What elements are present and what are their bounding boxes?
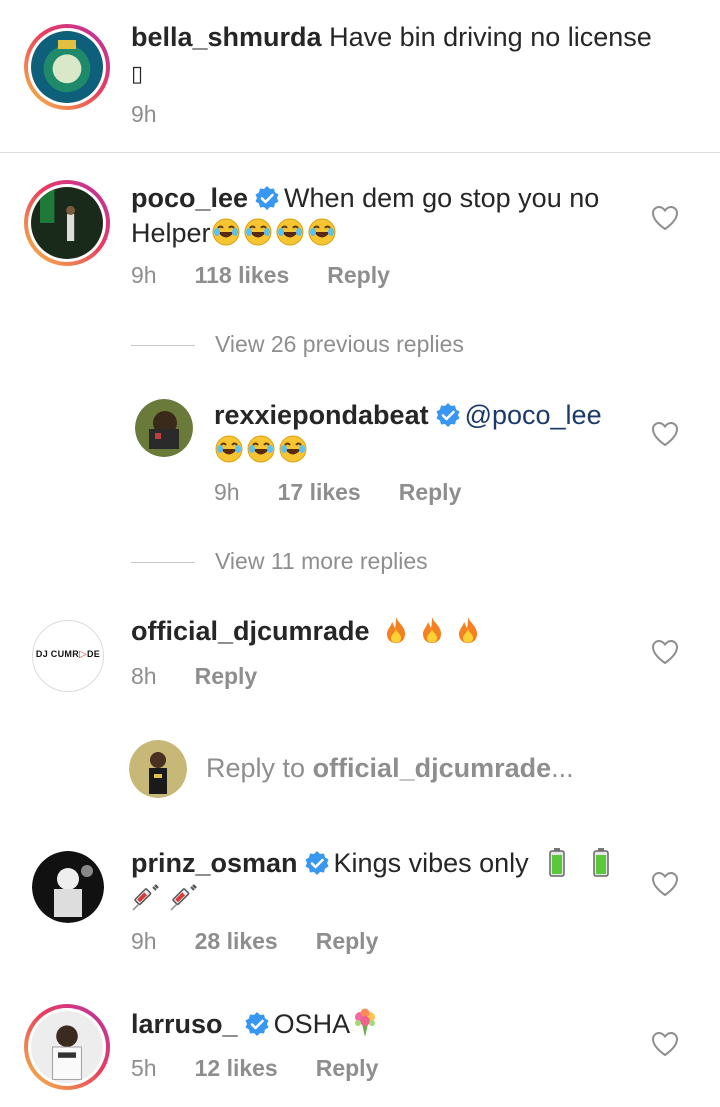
- avatar-image: [31, 31, 103, 103]
- reply-button[interactable]: Reply: [195, 663, 258, 689]
- reply-divider-line: [131, 345, 195, 347]
- avatar-bella-shmurda[interactable]: [24, 24, 110, 110]
- reply-button[interactable]: Reply: [316, 1055, 379, 1081]
- likes-count[interactable]: 12 likes: [195, 1055, 278, 1081]
- battery-emoji-icon: [586, 847, 616, 877]
- heart-icon[interactable]: [651, 639, 679, 665]
- verified-badge-icon: [254, 185, 280, 211]
- comment-body: Kings vibes only: [333, 848, 529, 878]
- laughing-emoji-icon: [246, 434, 276, 464]
- play-icon: ▷: [79, 649, 87, 660]
- avatar-image: [31, 187, 103, 259]
- unsupported-glyph: ▯: [131, 61, 144, 86]
- avatar-image: [31, 1011, 103, 1083]
- laughing-emoji-icon: [278, 434, 308, 464]
- avatar-image: [135, 399, 193, 457]
- comment-text: bella_shmurda Have bin driving no licens…: [131, 20, 691, 91]
- avatar-rexxiepondabeat[interactable]: [135, 399, 193, 457]
- avatar-prinz-osman[interactable]: [32, 851, 104, 923]
- heart-icon[interactable]: [651, 1031, 679, 1057]
- battery-emoji-icon: [542, 847, 572, 877]
- divider: [0, 152, 720, 153]
- comment-text: poco_lee When dem go stop you no Helper: [131, 181, 631, 251]
- reply-to-username: official_djcumrade: [312, 753, 552, 783]
- comment-text: prinz_osman Kings vibes only: [131, 846, 631, 916]
- comment-body: OSHA: [273, 1009, 351, 1039]
- comment-meta: 9h 28 likes Reply: [131, 926, 378, 956]
- view-replies-label[interactable]: View 11 more replies: [215, 548, 428, 574]
- comment-body-line2: Helper: [131, 218, 211, 248]
- username[interactable]: rexxiepondabeat: [214, 400, 429, 430]
- laughing-emoji-icon: [214, 434, 244, 464]
- username[interactable]: larruso_: [131, 1009, 238, 1039]
- likes-count[interactable]: 28 likes: [195, 928, 278, 954]
- comment-meta: 8h Reply: [131, 661, 257, 691]
- reply-to-ellipsis: ...: [551, 753, 574, 783]
- timestamp: 9h: [214, 479, 240, 505]
- reply-button[interactable]: Reply: [399, 479, 462, 505]
- laughing-emoji-icon: [275, 217, 305, 247]
- laughing-emoji-icon: [211, 217, 241, 247]
- comment-meta: 9h 17 likes Reply: [214, 477, 461, 507]
- likes-count[interactable]: 17 likes: [278, 479, 361, 505]
- comment-meta: 9h 118 likes Reply: [131, 260, 390, 290]
- username[interactable]: poco_lee: [131, 183, 248, 213]
- current-user-avatar: [129, 740, 187, 798]
- comment-meta: 9h: [131, 99, 157, 129]
- comment-body: When dem go stop you no: [284, 183, 600, 213]
- avatar-logo-text-end: DE: [87, 649, 101, 659]
- timestamp: 9h: [131, 101, 157, 127]
- reply-button[interactable]: Reply: [316, 928, 379, 954]
- fire-emoji-icon: [453, 615, 483, 645]
- comment-meta: 5h 12 likes Reply: [131, 1053, 378, 1083]
- reply-divider-line: [131, 562, 195, 564]
- comment-body: Have bin driving no license: [329, 22, 652, 52]
- mention-link[interactable]: @poco_lee: [465, 400, 602, 430]
- timestamp: 9h: [131, 262, 157, 288]
- fire-emoji-icon: [417, 615, 447, 645]
- reply-button[interactable]: Reply: [327, 262, 390, 288]
- comment-text: rexxiepondabeat @poco_lee: [214, 398, 634, 468]
- comment-text: official_djcumrade: [131, 614, 631, 649]
- reply-to-input[interactable]: Reply to official_djcumrade...: [206, 753, 574, 784]
- reply-to-prefix: Reply to: [206, 753, 313, 783]
- heart-icon[interactable]: [651, 871, 679, 897]
- avatar-logo: DJ CUMR▷DE: [33, 649, 103, 660]
- timestamp: 5h: [131, 1055, 157, 1081]
- view-previous-replies[interactable]: View 26 previous replies: [131, 329, 464, 359]
- verified-badge-icon: [304, 850, 330, 876]
- heart-icon[interactable]: [651, 205, 679, 231]
- username[interactable]: bella_shmurda: [131, 22, 322, 52]
- avatar-official-djcumrade[interactable]: DJ CUMR▷DE: [32, 620, 104, 692]
- syringe-emoji-icon: [131, 882, 161, 912]
- comment-text: larruso_ OSHA: [131, 1007, 631, 1042]
- username[interactable]: official_djcumrade: [131, 616, 370, 646]
- fire-emoji-icon: [381, 615, 411, 645]
- verified-badge-icon: [435, 402, 461, 428]
- avatar-poco-lee[interactable]: [24, 180, 110, 266]
- username[interactable]: prinz_osman: [131, 848, 298, 878]
- bouquet-emoji-icon: [350, 1008, 380, 1038]
- timestamp: 9h: [131, 928, 157, 954]
- avatar-larruso[interactable]: [24, 1004, 110, 1090]
- view-more-replies[interactable]: View 11 more replies: [131, 546, 428, 576]
- timestamp: 8h: [131, 663, 157, 689]
- avatar-logo-text: DJ CUMR: [35, 649, 79, 659]
- syringe-emoji-icon: [169, 882, 199, 912]
- verified-badge-icon: [244, 1011, 270, 1037]
- view-replies-label[interactable]: View 26 previous replies: [215, 331, 464, 357]
- heart-icon[interactable]: [651, 421, 679, 447]
- likes-count[interactable]: 118 likes: [195, 262, 290, 288]
- laughing-emoji-icon: [307, 217, 337, 247]
- laughing-emoji-icon: [243, 217, 273, 247]
